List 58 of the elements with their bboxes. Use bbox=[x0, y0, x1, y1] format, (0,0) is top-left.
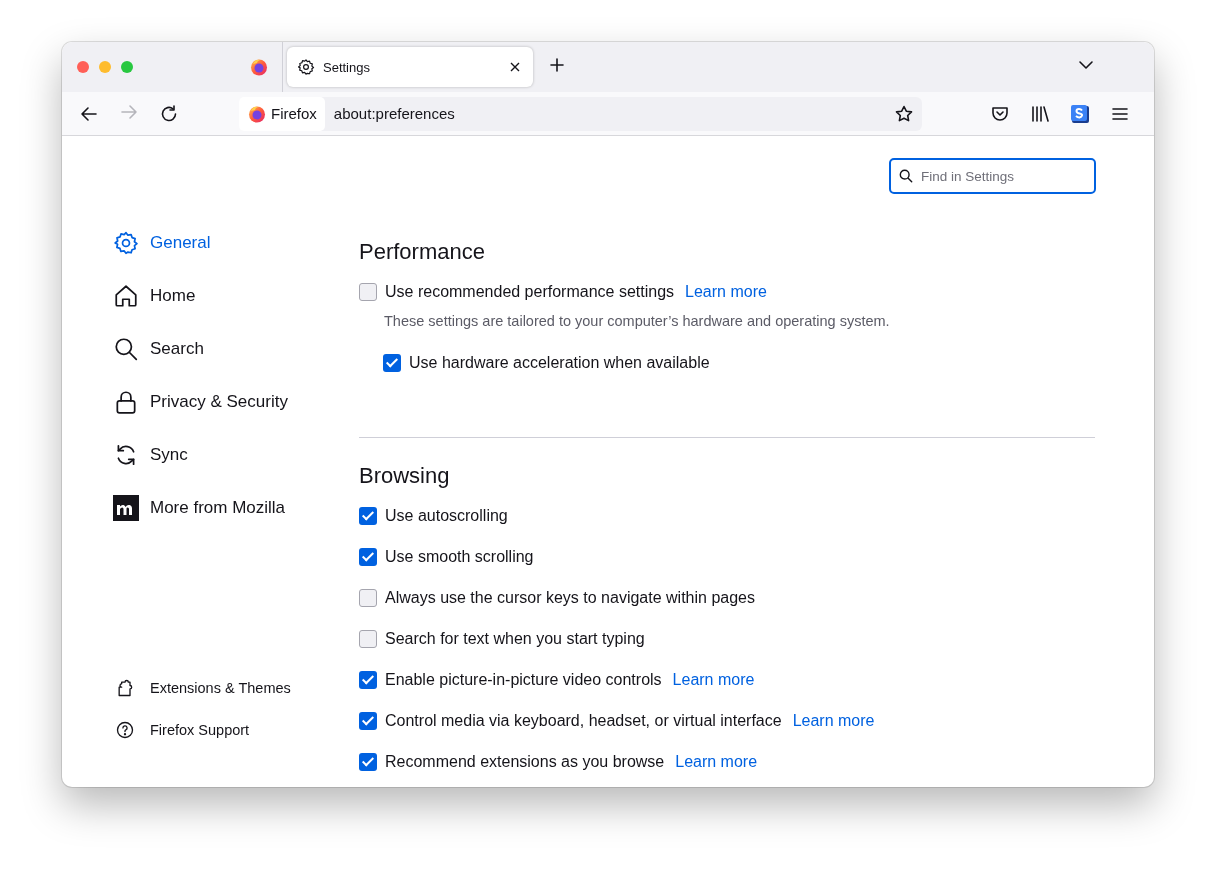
category-item[interactable]: More from Mozilla bbox=[113, 488, 286, 528]
learn-more-link[interactable]: Learn more bbox=[792, 711, 875, 730]
mozilla-logo-icon bbox=[113, 495, 139, 521]
category-item[interactable]: Sync bbox=[113, 435, 188, 475]
settings-icon bbox=[297, 58, 315, 76]
search-field[interactable]: Find in Settings bbox=[889, 158, 1096, 194]
checkbox[interactable] bbox=[359, 670, 377, 689]
new-tab-icon[interactable] bbox=[549, 57, 565, 73]
browser-tab[interactable]: Settings bbox=[287, 47, 533, 87]
extension-icon[interactable] bbox=[1071, 104, 1089, 123]
footer-link[interactable]: Extensions & Themes bbox=[115, 676, 359, 700]
search-icon bbox=[113, 336, 139, 362]
category-item[interactable]: Home bbox=[113, 276, 196, 316]
url-text: about:preferences bbox=[333, 105, 456, 122]
category-item[interactable]: General bbox=[113, 223, 211, 263]
setting-description: These settings are tailored to your computer’s hardware and operating system. bbox=[384, 313, 891, 329]
checkbox-label: Control media via keyboard, headset, or virtual interface bbox=[385, 711, 782, 730]
checkbox-label: Search for text when you start typing bbox=[385, 629, 645, 648]
checkbox-label: Recommend extensions as you browse bbox=[385, 752, 665, 771]
checkbox[interactable] bbox=[383, 353, 401, 372]
checkbox-label: Use autoscrolling bbox=[385, 506, 508, 525]
checkbox-label: Use recommended performance settings bbox=[385, 282, 675, 301]
home-icon bbox=[113, 283, 139, 309]
site-identity-button[interactable]: Firefox bbox=[239, 96, 325, 131]
library-icon[interactable] bbox=[1031, 104, 1049, 123]
checkbox[interactable] bbox=[359, 629, 377, 648]
close-icon[interactable] bbox=[509, 61, 521, 73]
firefox-logo-icon bbox=[248, 104, 266, 123]
checkbox-label: Use smooth scrolling bbox=[385, 547, 534, 566]
back-arrow-icon[interactable] bbox=[80, 104, 98, 123]
address-bar[interactable]: Firefox about:preferences bbox=[239, 96, 922, 131]
category-item[interactable]: Search bbox=[113, 329, 204, 369]
firefox-logo-icon bbox=[250, 58, 268, 76]
star-icon[interactable] bbox=[895, 104, 913, 123]
reload-icon[interactable] bbox=[160, 104, 178, 123]
help-icon bbox=[115, 720, 135, 740]
checkbox[interactable] bbox=[359, 752, 377, 771]
learn-more-link[interactable]: Learn more bbox=[672, 670, 755, 689]
checkbox[interactable] bbox=[359, 711, 377, 730]
pocket-icon[interactable] bbox=[991, 104, 1009, 123]
category-item[interactable]: Privacy & Security bbox=[113, 382, 288, 422]
section-heading: Browsing bbox=[359, 462, 451, 490]
settings-icon bbox=[113, 230, 139, 256]
checkbox[interactable] bbox=[359, 282, 377, 301]
checkbox[interactable] bbox=[359, 506, 377, 525]
footer-link[interactable]: Firefox Support bbox=[115, 718, 359, 742]
checkbox[interactable] bbox=[359, 547, 377, 566]
section-heading: Performance bbox=[359, 238, 486, 266]
lock-icon bbox=[113, 389, 139, 415]
close-window-button[interactable] bbox=[77, 61, 89, 73]
checkbox-label: Use hardware acceleration when available bbox=[409, 353, 710, 372]
checkbox[interactable] bbox=[359, 588, 377, 607]
checkbox-label: Enable picture-in-picture video controls bbox=[385, 670, 662, 689]
learn-more-link[interactable]: Learn more bbox=[675, 752, 758, 771]
tab-title: Settings bbox=[323, 59, 371, 75]
checkbox-label: Always use the cursor keys to navigate within pages bbox=[385, 588, 755, 607]
learn-more-link[interactable]: Learn more bbox=[685, 282, 767, 301]
search-icon bbox=[899, 169, 913, 183]
